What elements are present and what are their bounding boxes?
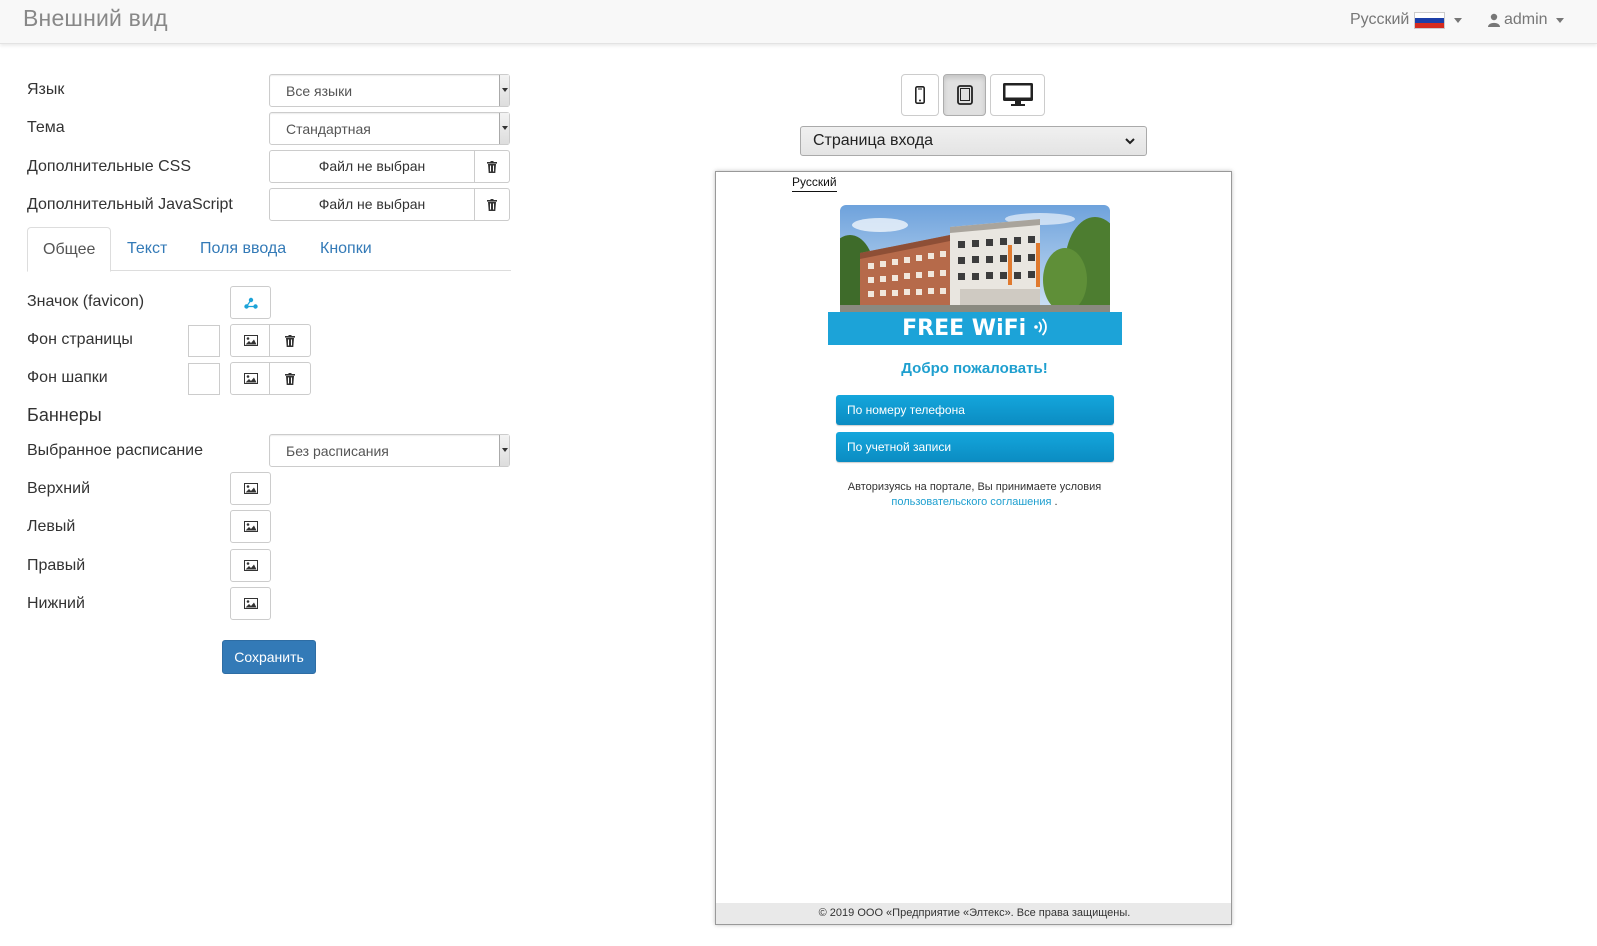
hotel-building-photo [840, 205, 1110, 313]
free-wifi-text: FREE WiFi [902, 316, 1027, 341]
schedule-label: Выбранное расписание [27, 442, 204, 459]
header-bg-image-button[interactable] [230, 362, 271, 395]
portal-preview-frame: Русский FREE WiFi Добро пожаловать! По н… [715, 171, 1232, 925]
favicon-button[interactable] [230, 286, 271, 319]
select-arrow-icon [499, 113, 509, 144]
banners-heading: Баннеры [27, 405, 102, 425]
js-label: Дополнительный JavaScript [27, 196, 233, 213]
terms-text: Авторизуясь на портале, Вы принимаете ус… [847, 481, 1102, 493]
top-navbar: Внешний вид Русский admin [0, 0, 1597, 44]
banner-left-label: Левый [27, 518, 76, 535]
preview-language-link[interactable]: Русский [792, 175, 837, 192]
image-icon [243, 598, 258, 609]
css-delete-button[interactable] [474, 150, 510, 183]
banner-bottom-image-button[interactable] [230, 587, 271, 620]
theme-select-value: Стандартная [286, 121, 371, 137]
tab-inputs[interactable]: Поля ввода [185, 227, 301, 271]
user-name: admin [1504, 11, 1548, 28]
caret-down-icon [1555, 17, 1564, 23]
header-bg-label: Фон шапки [27, 369, 108, 386]
preview-footer: © 2019 ООО «Предприятие «Элтекс». Все пр… [716, 903, 1231, 924]
login-by-phone-button[interactable]: По номеру телефона [836, 395, 1114, 425]
select-arrow-icon [499, 75, 509, 106]
css-file-input[interactable]: Файл не выбран [269, 150, 475, 183]
terms-link[interactable]: пользовательского соглашения [891, 496, 1051, 508]
welcome-text: Добро пожаловать! [901, 360, 1048, 377]
theme-label: Тема [27, 119, 65, 136]
language-dropdown[interactable]: Русский [1350, 11, 1463, 29]
banner-top-label: Верхний [27, 480, 90, 497]
trash-icon [487, 160, 497, 173]
schedule-select-value: Без расписания [286, 443, 389, 459]
terms-notice: Авторизуясь на портале, Вы принимаете ус… [716, 480, 1231, 510]
user-dropdown[interactable]: admin [1488, 11, 1564, 29]
favicon-logo-icon [243, 297, 258, 309]
header-bg-delete-button[interactable] [269, 362, 311, 395]
image-icon [243, 560, 258, 571]
device-desktop-button[interactable] [990, 74, 1045, 116]
image-icon [243, 521, 258, 532]
page-bg-color-swatch[interactable] [188, 325, 220, 357]
chevron-down-icon [1125, 138, 1135, 145]
login-by-account-button[interactable]: По учетной записи [836, 432, 1114, 462]
language-select[interactable]: Все языки [269, 74, 510, 107]
select-arrow-icon [499, 435, 509, 466]
save-button[interactable]: Сохранить [222, 640, 316, 674]
page-title: Внешний вид [23, 5, 168, 31]
user-icon [1488, 13, 1500, 27]
banner-left-image-button[interactable] [230, 510, 271, 543]
language-label: Русский [1350, 11, 1410, 28]
page-bg-image-button[interactable] [230, 324, 271, 357]
language-label: Язык [27, 81, 65, 98]
preview-page-select-value: Страница входа [813, 132, 934, 149]
caret-down-icon [1454, 17, 1463, 23]
preview-page-select[interactable]: Страница входа [800, 126, 1147, 156]
image-icon [243, 335, 258, 346]
trash-icon [285, 372, 295, 385]
image-icon [243, 373, 258, 384]
favicon-label: Значок (favicon) [27, 293, 145, 310]
image-icon [243, 483, 258, 494]
device-phone-button[interactable] [901, 74, 939, 116]
desktop-monitor-icon [1002, 83, 1033, 106]
tab-text[interactable]: Текст [112, 227, 182, 271]
tablet-icon [956, 85, 973, 105]
russia-flag-icon [1414, 11, 1446, 29]
page-bg-delete-button[interactable] [269, 324, 311, 357]
banner-bottom-label: Нижний [27, 595, 85, 612]
mobile-phone-icon [915, 86, 925, 104]
settings-tabs: Общее Текст Поля ввода Кнопки [27, 227, 511, 272]
schedule-select[interactable]: Без расписания [269, 434, 510, 467]
trash-icon [285, 334, 295, 347]
banner-right-label: Правый [27, 557, 86, 574]
banner-top-image-button[interactable] [230, 472, 271, 505]
trash-icon [487, 198, 497, 211]
css-label: Дополнительные CSS [27, 158, 191, 175]
tab-buttons[interactable]: Кнопки [305, 227, 387, 271]
device-tablet-button[interactable] [943, 74, 986, 116]
page-bg-label: Фон страницы [27, 331, 133, 348]
theme-select[interactable]: Стандартная [269, 112, 510, 145]
tab-general[interactable]: Общее [27, 227, 112, 272]
wifi-signal-icon [1034, 318, 1047, 336]
free-wifi-banner: FREE WiFi [828, 312, 1122, 345]
banner-right-image-button[interactable] [230, 549, 271, 582]
header-bg-color-swatch[interactable] [188, 363, 220, 395]
terms-end: . [1051, 496, 1058, 508]
js-delete-button[interactable] [474, 188, 510, 221]
language-select-value: Все языки [286, 83, 353, 99]
js-file-input[interactable]: Файл не выбран [269, 188, 475, 221]
